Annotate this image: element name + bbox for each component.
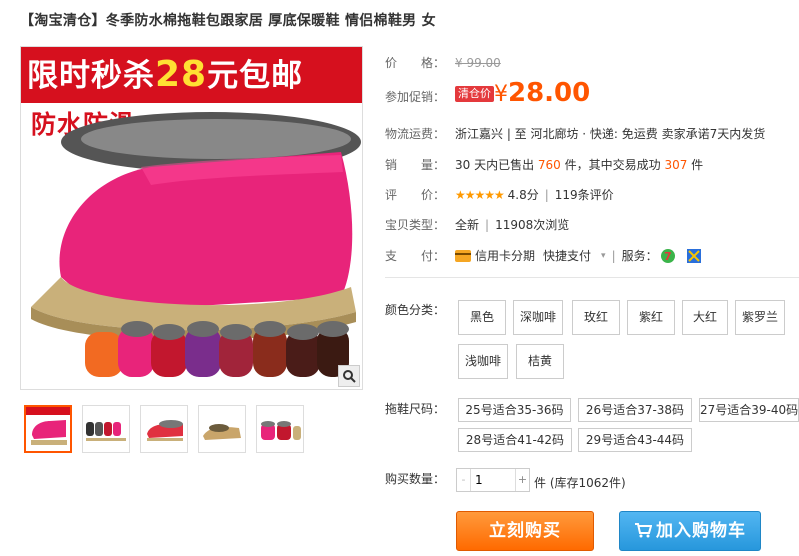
shipping-label: 物流运费：: [385, 127, 446, 141]
size-label: 拖鞋尺码：: [385, 402, 446, 416]
thumbnail-5[interactable]: [256, 405, 304, 453]
rating-score: 4.8分: [507, 188, 539, 202]
shipping-row: 物流运费： 浙江嘉兴 | 至 河北廊坊 · 快递: 免运费 卖家承诺7天内发货: [385, 125, 765, 142]
chevron-down-icon[interactable]: ▾: [601, 251, 606, 261]
price-label: 价 格：: [385, 56, 446, 70]
color-label: 颜色分类：: [385, 303, 446, 317]
stock-text: 件 (库存1062件): [534, 476, 626, 490]
main-product-image[interactable]: 限时秒杀28元包邮 防水防滑: [20, 46, 363, 390]
promo-tag: 清仓价: [455, 86, 494, 102]
quick-pay[interactable]: 快捷支付: [543, 247, 591, 264]
color-option[interactable]: 黑色: [458, 300, 506, 335]
promo-row: 参加促销： 清仓价 ¥28.00: [385, 78, 590, 108]
price-row: 价 格： ¥ 99.00: [385, 54, 501, 71]
quantity-decrease-button[interactable]: -: [457, 469, 471, 491]
color-option[interactable]: 紫红: [627, 300, 675, 335]
thumbnail-3[interactable]: [140, 405, 188, 453]
color-option[interactable]: 桔黄: [516, 344, 564, 379]
product-title: 【淘宝清仓】冬季防水棉拖鞋包跟家居 厚底保暖鞋 情侣棉鞋男 女: [20, 13, 436, 29]
guarantee-icon[interactable]: [686, 248, 702, 264]
views-count: 11908次浏览: [495, 218, 570, 232]
zoom-icon[interactable]: [338, 365, 360, 387]
sales-suffix: 件: [687, 158, 704, 172]
review-count-link[interactable]: 119条评价: [555, 188, 614, 202]
success-count: 307: [664, 158, 688, 172]
sales-label: 销 量：: [385, 158, 446, 172]
shipping-text[interactable]: 浙江嘉兴 | 至 河北廊坊 · 快递: 免运费 卖家承诺7天内发货: [455, 127, 765, 141]
color-option[interactable]: 浅咖啡: [458, 344, 508, 379]
color-option[interactable]: 紫罗兰: [735, 300, 785, 335]
credit-installment[interactable]: 信用卡分期: [475, 247, 535, 264]
seven-day-return-icon[interactable]: 7: [660, 248, 676, 264]
star-rating-icon: ★★★★★: [455, 188, 505, 202]
quantity-input[interactable]: [471, 469, 515, 491]
thumbnail-strip: [24, 405, 304, 453]
type-row: 宝贝类型： 全新 | 11908次浏览: [385, 218, 570, 232]
quantity-stepper: - +: [456, 468, 530, 492]
thumbnail-2[interactable]: [82, 405, 130, 453]
size-option[interactable]: 29号适合43-44码: [578, 428, 692, 452]
promo-price: 28.00: [508, 78, 591, 108]
rating-row: 评 价： ★★★★★ 4.8分 | 119条评价: [385, 188, 614, 202]
shoe-illustration: [31, 112, 361, 377]
buy-now-button[interactable]: 立刻购买: [456, 511, 594, 551]
payment-label: 支 付：: [385, 249, 446, 263]
thumbnail-1[interactable]: [24, 405, 72, 453]
type-label: 宝贝类型：: [385, 218, 446, 232]
color-option[interactable]: 深咖啡: [513, 300, 563, 335]
quantity-increase-button[interactable]: +: [515, 469, 529, 491]
sales-row: 销 量： 30 天内已售出 760 件，其中交易成功 307 件: [385, 156, 703, 173]
sales-prefix: 30 天内已售出: [455, 158, 538, 172]
svg-text:7: 7: [664, 250, 672, 263]
service-label: 服务：: [621, 249, 658, 263]
thumbnail-4[interactable]: [198, 405, 246, 453]
condition-text: 全新: [455, 218, 480, 232]
cart-icon: [634, 514, 653, 552]
quantity-label: 购买数量：: [385, 472, 446, 486]
rating-label: 评 价：: [385, 188, 446, 202]
size-option[interactable]: 26号适合37-38码: [578, 398, 692, 422]
credit-card-icon: [455, 249, 471, 262]
section-divider: [385, 277, 799, 278]
add-to-cart-button[interactable]: 加入购物车: [619, 511, 761, 551]
size-option[interactable]: 25号适合35-36码: [458, 398, 571, 422]
sales-mid: 件，其中交易成功: [560, 158, 665, 172]
add-to-cart-label: 加入购物车: [656, 521, 746, 541]
size-option[interactable]: 28号适合41-42码: [458, 428, 572, 452]
original-price: ¥ 99.00: [455, 56, 501, 70]
promo-label: 参加促销：: [385, 90, 446, 104]
sold-count: 760: [537, 158, 561, 172]
color-option[interactable]: 玫红: [572, 300, 620, 335]
color-option[interactable]: 大红: [682, 300, 728, 335]
payment-row: 支 付： 信用卡分期 快捷支付 ▾ | 服务： 7: [385, 247, 702, 264]
size-option[interactable]: 27号适合39-40码: [699, 398, 799, 422]
price-symbol: ¥: [494, 82, 508, 107]
